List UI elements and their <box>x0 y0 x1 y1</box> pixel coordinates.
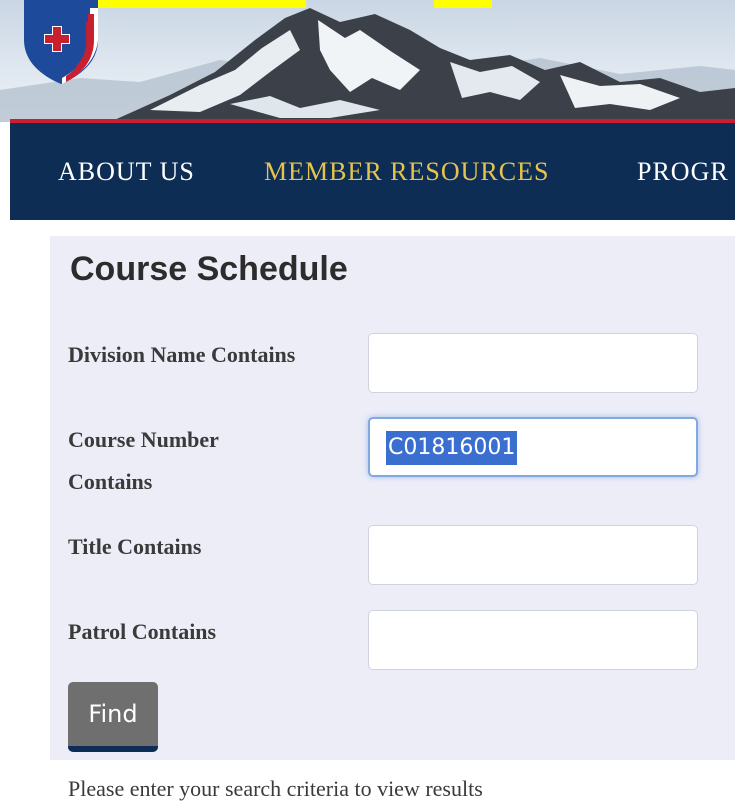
course-number-label: Course Number Contains <box>68 427 219 494</box>
nav-programs[interactable]: PROGR <box>637 157 729 187</box>
title-label: Title Contains <box>68 534 202 559</box>
division-name-input[interactable] <box>368 333 698 393</box>
course-search-panel: Course Schedule Division Name Contains C… <box>50 236 735 760</box>
hero-banner <box>0 0 735 122</box>
find-button[interactable]: Find <box>68 682 158 752</box>
title-input[interactable] <box>368 525 698 585</box>
results-message: Please enter your search criteria to vie… <box>68 776 483 801</box>
nav-member-resources[interactable]: MEMBER RESOURCES <box>264 157 549 187</box>
course-number-input[interactable] <box>368 417 698 477</box>
main-nav: ABOUT US MEMBER RESOURCES PROGR <box>10 123 735 220</box>
patrol-input[interactable] <box>368 610 698 670</box>
page-title: Course Schedule <box>70 250 348 288</box>
national-ski-patrol-logo[interactable] <box>22 0 100 84</box>
nav-about-us[interactable]: ABOUT US <box>58 157 195 187</box>
patrol-label: Patrol Contains <box>68 619 217 644</box>
mountain-image <box>0 8 735 122</box>
division-name-label: Division Name Contains <box>68 342 296 367</box>
